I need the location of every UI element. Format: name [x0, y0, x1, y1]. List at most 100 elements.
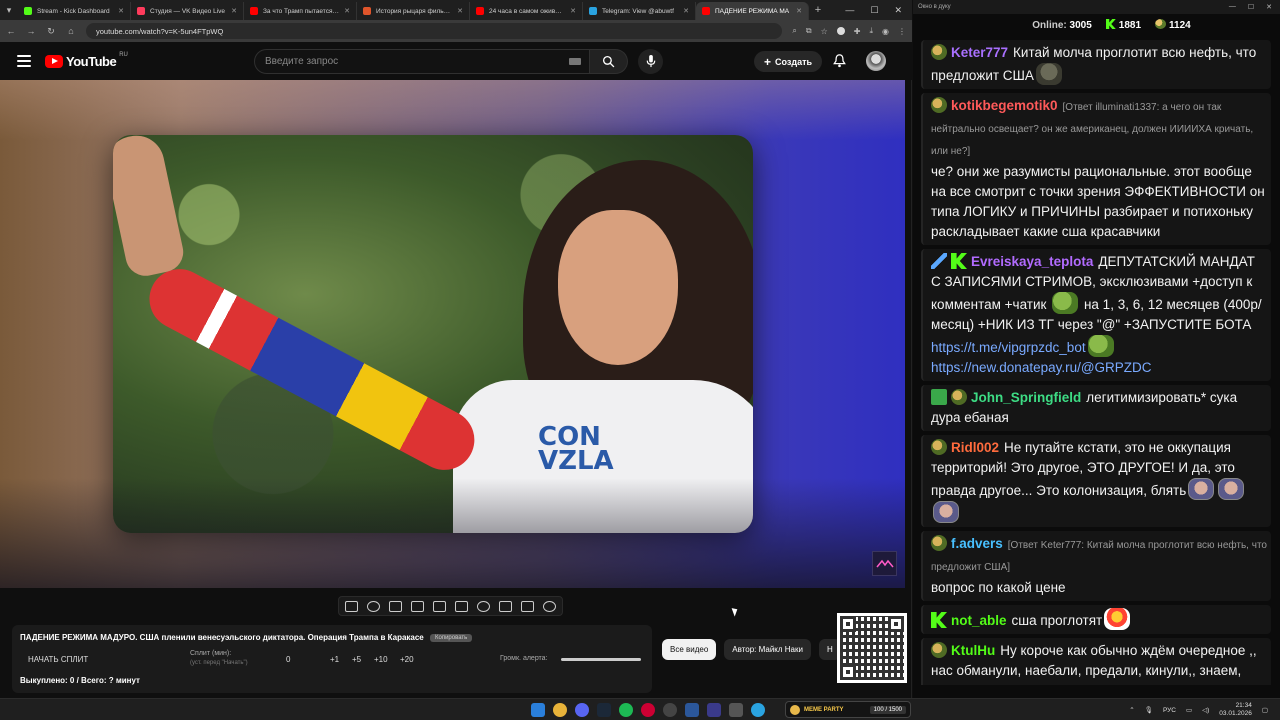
url-field[interactable]: youtube.com/watch?v=K-5un4FTpWQ: [86, 23, 783, 39]
close-icon[interactable]: ✕: [894, 5, 902, 16]
picture-in-picture-icon[interactable]: [433, 600, 446, 612]
youtube-logo[interactable]: YouTube RU: [45, 52, 128, 69]
steam-icon[interactable]: [597, 703, 611, 717]
settings-gear-icon[interactable]: [543, 600, 556, 612]
chat-username[interactable]: John_Springfield: [971, 390, 1081, 405]
discord-icon[interactable]: [575, 703, 589, 717]
browser-tab[interactable]: За что Трамп пытается убить ✕: [244, 2, 357, 20]
tab-close-icon[interactable]: ✕: [570, 7, 576, 15]
tab-search-icon[interactable]: ▾: [0, 0, 18, 20]
add-1-button[interactable]: +1: [330, 655, 339, 664]
screen-capture-icon[interactable]: [389, 600, 402, 612]
camera-icon[interactable]: [521, 600, 534, 612]
start-icon[interactable]: [531, 703, 545, 717]
taskbar-apps: [531, 703, 765, 717]
split-minutes-value[interactable]: 0: [286, 655, 290, 664]
start-split-button[interactable]: НАЧАТЬ СПЛИТ: [28, 655, 88, 664]
close-icon[interactable]: ✕: [1266, 3, 1272, 11]
maximize-icon[interactable]: ☐: [1248, 3, 1254, 11]
app-window-icon[interactable]: [685, 703, 699, 717]
chip-author[interactable]: Автор: Майкл Наки: [724, 639, 811, 660]
tab-close-icon[interactable]: ✕: [457, 7, 463, 15]
tool-icon[interactable]: [729, 703, 743, 717]
clock[interactable]: 21:34 03.01.2026: [1219, 702, 1252, 718]
tab-close-icon[interactable]: ✕: [796, 7, 802, 15]
app-icon[interactable]: [641, 703, 655, 717]
network-icon[interactable]: ▭: [1186, 706, 1192, 714]
tab-close-icon[interactable]: ✕: [683, 7, 689, 15]
film-icon[interactable]: [411, 600, 424, 612]
chat-username[interactable]: KtulHu: [951, 643, 995, 658]
forward-icon[interactable]: →: [26, 26, 36, 36]
speed-gauge-icon[interactable]: [477, 600, 490, 612]
bookmark-star-icon[interactable]: ☆: [821, 27, 828, 36]
keyboard-icon[interactable]: [569, 58, 581, 65]
back-icon[interactable]: ←: [6, 26, 16, 36]
add-20-button[interactable]: +20: [400, 655, 414, 664]
broadcast-icon[interactable]: [367, 600, 380, 612]
add-5-button[interactable]: +5: [352, 655, 361, 664]
search-input[interactable]: Введите запрос: [254, 49, 590, 74]
loop-icon[interactable]: [345, 600, 358, 612]
obs-icon[interactable]: [663, 703, 677, 717]
chat-username[interactable]: f.advers: [951, 536, 1003, 551]
cast-icon[interactable]: ⧉: [806, 26, 812, 36]
browser-tab[interactable]: Stream - Kick Dashboard ✕: [18, 2, 131, 20]
copy-title-button[interactable]: Копировать: [429, 633, 473, 642]
create-button[interactable]: + Создать: [754, 51, 823, 72]
microphone-tray-icon[interactable]: 🎙: [1145, 706, 1153, 714]
extension-dot-icon[interactable]: [836, 27, 845, 35]
notifications-icon[interactable]: ▢: [1262, 706, 1268, 714]
telegram-icon[interactable]: [751, 703, 765, 717]
tray-chevron-icon[interactable]: ⌃: [1129, 706, 1134, 714]
tab-favicon-icon: [589, 7, 597, 15]
minimize-icon[interactable]: —: [1229, 3, 1236, 11]
browser-tab[interactable]: Telegram: View @abuwtf ✕: [583, 2, 696, 20]
hamburger-menu-icon[interactable]: [17, 55, 31, 67]
screen: ▾ Stream - Kick Dashboard ✕ Студия — VK Ви…: [0, 0, 1280, 720]
media-icon[interactable]: [707, 703, 721, 717]
chrome-icon[interactable]: [553, 703, 567, 717]
chat-link[interactable]: https://t.me/vipgrpzdc_bot: [931, 340, 1086, 355]
chat-username[interactable]: Ridl002: [951, 440, 999, 455]
meme-party-widget[interactable]: MEME PARTY 100 / 1500: [785, 701, 911, 718]
tab-close-icon[interactable]: ✕: [118, 7, 124, 15]
browser-tab[interactable]: 24 часа в самом оживленн ✕: [470, 2, 583, 20]
menu-dots-icon[interactable]: ⋮: [898, 27, 906, 36]
video-player[interactable]: CON VZLA: [0, 80, 905, 588]
minimize-icon[interactable]: —: [845, 5, 854, 16]
chat-username[interactable]: kotikbegemotik0: [951, 98, 1058, 113]
maximize-icon[interactable]: ☐: [870, 5, 878, 16]
reload-icon[interactable]: ↻: [46, 26, 56, 37]
chat-username[interactable]: not_able: [951, 613, 1007, 628]
profile-icon[interactable]: ◉: [882, 27, 889, 36]
spotify-icon[interactable]: [619, 703, 633, 717]
zoom-icon[interactable]: ⌕: [792, 26, 796, 36]
new-tab-button[interactable]: +: [809, 4, 827, 16]
add-10-button[interactable]: +10: [374, 655, 388, 664]
chip-all-videos[interactable]: Все видео: [662, 639, 717, 660]
youtube-play-icon: [45, 54, 63, 68]
browser-tab[interactable]: История рыцаря фильм, 20 ✕: [357, 2, 470, 20]
alert-volume-slider[interactable]: [561, 658, 641, 661]
download-icon[interactable]: ⤓: [869, 26, 873, 36]
account-avatar[interactable]: [866, 51, 886, 71]
chat-message: Evreiskaya_teplota ДЕПУТАТСКИЙ МАНДАТ С З…: [921, 249, 1271, 381]
voice-search-button[interactable]: [638, 49, 663, 74]
browser-tab[interactable]: Студия — VK Видео Live ✕: [131, 2, 244, 20]
chat-link[interactable]: https://new.donatepay.ru/@GRPZDC: [931, 360, 1152, 375]
frames-icon[interactable]: [455, 600, 468, 612]
tab-close-icon[interactable]: ✕: [231, 7, 237, 15]
search-button[interactable]: [590, 49, 628, 74]
tab-title: История рыцаря фильм, 20: [376, 7, 453, 15]
tab-close-icon[interactable]: ✕: [344, 7, 350, 15]
extension-puzzle-icon[interactable]: ✚: [854, 27, 861, 36]
add-clip-icon[interactable]: [499, 600, 512, 612]
chat-username[interactable]: Evreiskaya_teplota: [971, 254, 1093, 269]
language-indicator[interactable]: РУС: [1163, 707, 1176, 714]
browser-tab[interactable]: ПАДЕНИЕ РЕЖИМА МА ✕: [696, 2, 809, 20]
volume-icon[interactable]: ◁): [1202, 706, 1209, 714]
home-icon[interactable]: ⌂: [66, 26, 76, 36]
notifications-bell-icon[interactable]: [833, 54, 846, 68]
chat-username[interactable]: Keter777: [951, 45, 1008, 60]
